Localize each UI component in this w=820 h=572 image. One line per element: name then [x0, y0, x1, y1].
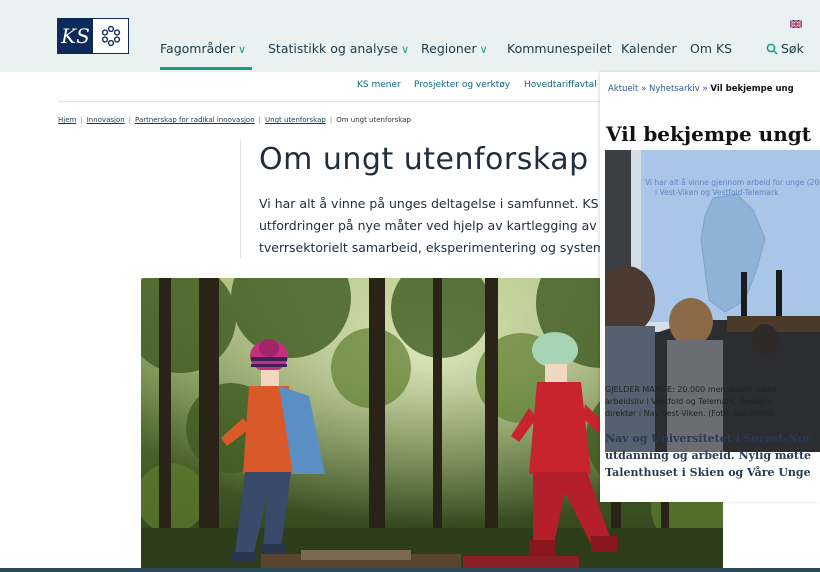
nav-label: Om KS: [690, 41, 733, 56]
photo-caption: direktør i Nav Vest-Viken. (Foto: Jan-He…: [605, 409, 776, 418]
nav-label: Fagområder: [160, 41, 236, 56]
breadcrumb-separator: |: [329, 116, 333, 124]
crumb-separator: »: [702, 84, 708, 94]
article-lead: Talenthuset i Skien og Våre Unge: [605, 466, 811, 479]
breadcrumb: Hjem | Innovasjon | Partnerskap for radikal …: [58, 116, 411, 124]
search-label: Søk: [781, 41, 804, 56]
crumb-separator: »: [641, 84, 647, 94]
search-icon: [766, 43, 778, 55]
nav-kommunespeilet[interactable]: Kommunespeilet: [507, 41, 612, 56]
nav-label: Kalender: [621, 41, 677, 56]
breadcrumb-partnerskap[interactable]: Partnerskap for radikal innovasjon: [135, 116, 255, 124]
breadcrumb-separator: |: [258, 116, 262, 124]
uk-flag-icon[interactable]: [790, 20, 802, 28]
slide-text: Vi har alt å vinne gjennom arbeid for un…: [645, 178, 820, 187]
intro-divider: [240, 140, 241, 258]
nav-fagomrader[interactable]: Fagområder ∨: [160, 41, 246, 56]
breadcrumb-innovasjon[interactable]: Innovasjon: [87, 116, 125, 124]
nav-label: Regioner: [421, 41, 477, 56]
breadcrumb-separator: |: [128, 116, 132, 124]
bottom-bar: [0, 568, 820, 572]
breadcrumb-hjem[interactable]: Hjem: [58, 116, 76, 124]
article-breadcrumb: Aktuelt » Nyhetsarkiv » Vil bekjempe ung: [608, 84, 794, 94]
nav-label: Kommunespeilet: [507, 41, 612, 56]
article-lead: utdanning og arbeid. Nylig møtte: [605, 449, 812, 462]
chevron-down-icon: ∨: [238, 43, 247, 56]
chevron-down-icon: ∨: [401, 43, 410, 56]
site-header: KS Fagområder ∨ Statistikk og analyse ∨ Re…: [0, 0, 820, 72]
slide-text: i Vest-Viken og Vestfold-Telemark: [655, 188, 779, 197]
photo-caption: GJELDER MANGE: 20.000 mennesker mello: [605, 385, 777, 394]
nav-regioner[interactable]: Regioner ∨: [421, 41, 488, 56]
nav-om-ks[interactable]: Om KS: [690, 41, 732, 56]
nav-active-indicator: [160, 67, 252, 70]
news-article-overlay: Aktuelt » Nyhetsarkiv » Vil bekjempe ung…: [600, 72, 820, 502]
intro-line: utfordringer på nye måter ved hjelp av k…: [259, 218, 606, 233]
breadcrumb-ungt-utenforskap[interactable]: Ungt utenforskap: [265, 116, 326, 124]
photo-caption: arbeidsliv i Vestfold og Telemark, Buske…: [605, 397, 772, 406]
logo-emblem-icon: [93, 19, 128, 53]
article-photo: Vi har alt å vinne gjennom arbeid for un…: [605, 150, 820, 452]
article-lead: Nav og Universitetet i Sørøst-Nor: [605, 432, 812, 445]
crumb-current: Vil bekjempe ung: [710, 84, 794, 94]
crumb-nyhetsarkiv[interactable]: Nyhetsarkiv: [649, 84, 700, 94]
ks-logo[interactable]: KS: [57, 18, 129, 54]
nav-statistikk[interactable]: Statistikk og analyse ∨: [268, 41, 409, 56]
logo-wordmark: KS: [58, 19, 93, 53]
breadcrumb-separator: |: [80, 116, 83, 124]
subnav-prosjekter[interactable]: Prosjekter og verktøy: [414, 80, 510, 90]
divider: [58, 101, 603, 102]
breadcrumb-current: Om ungt utenforskap: [336, 116, 411, 124]
intro-line: Vi har alt å vinne på unges deltagelse i…: [259, 196, 610, 211]
chevron-down-icon: ∨: [479, 43, 488, 56]
page-title: Om ungt utenforskap: [259, 142, 589, 177]
subnav-hovedtariff[interactable]: Hovedtariffavtal: [524, 80, 597, 90]
article-title: Vil bekjempe ungt: [606, 122, 811, 146]
intro-line: tverrsektorielt samarbeid, eksperimenter…: [259, 240, 606, 255]
subnav-ks-mener[interactable]: KS mener: [357, 80, 401, 90]
search-button[interactable]: Søk: [766, 41, 804, 56]
nav-kalender[interactable]: Kalender: [621, 41, 677, 56]
nav-label: Statistikk og analyse: [268, 41, 399, 56]
crumb-aktuelt[interactable]: Aktuelt: [608, 84, 638, 94]
